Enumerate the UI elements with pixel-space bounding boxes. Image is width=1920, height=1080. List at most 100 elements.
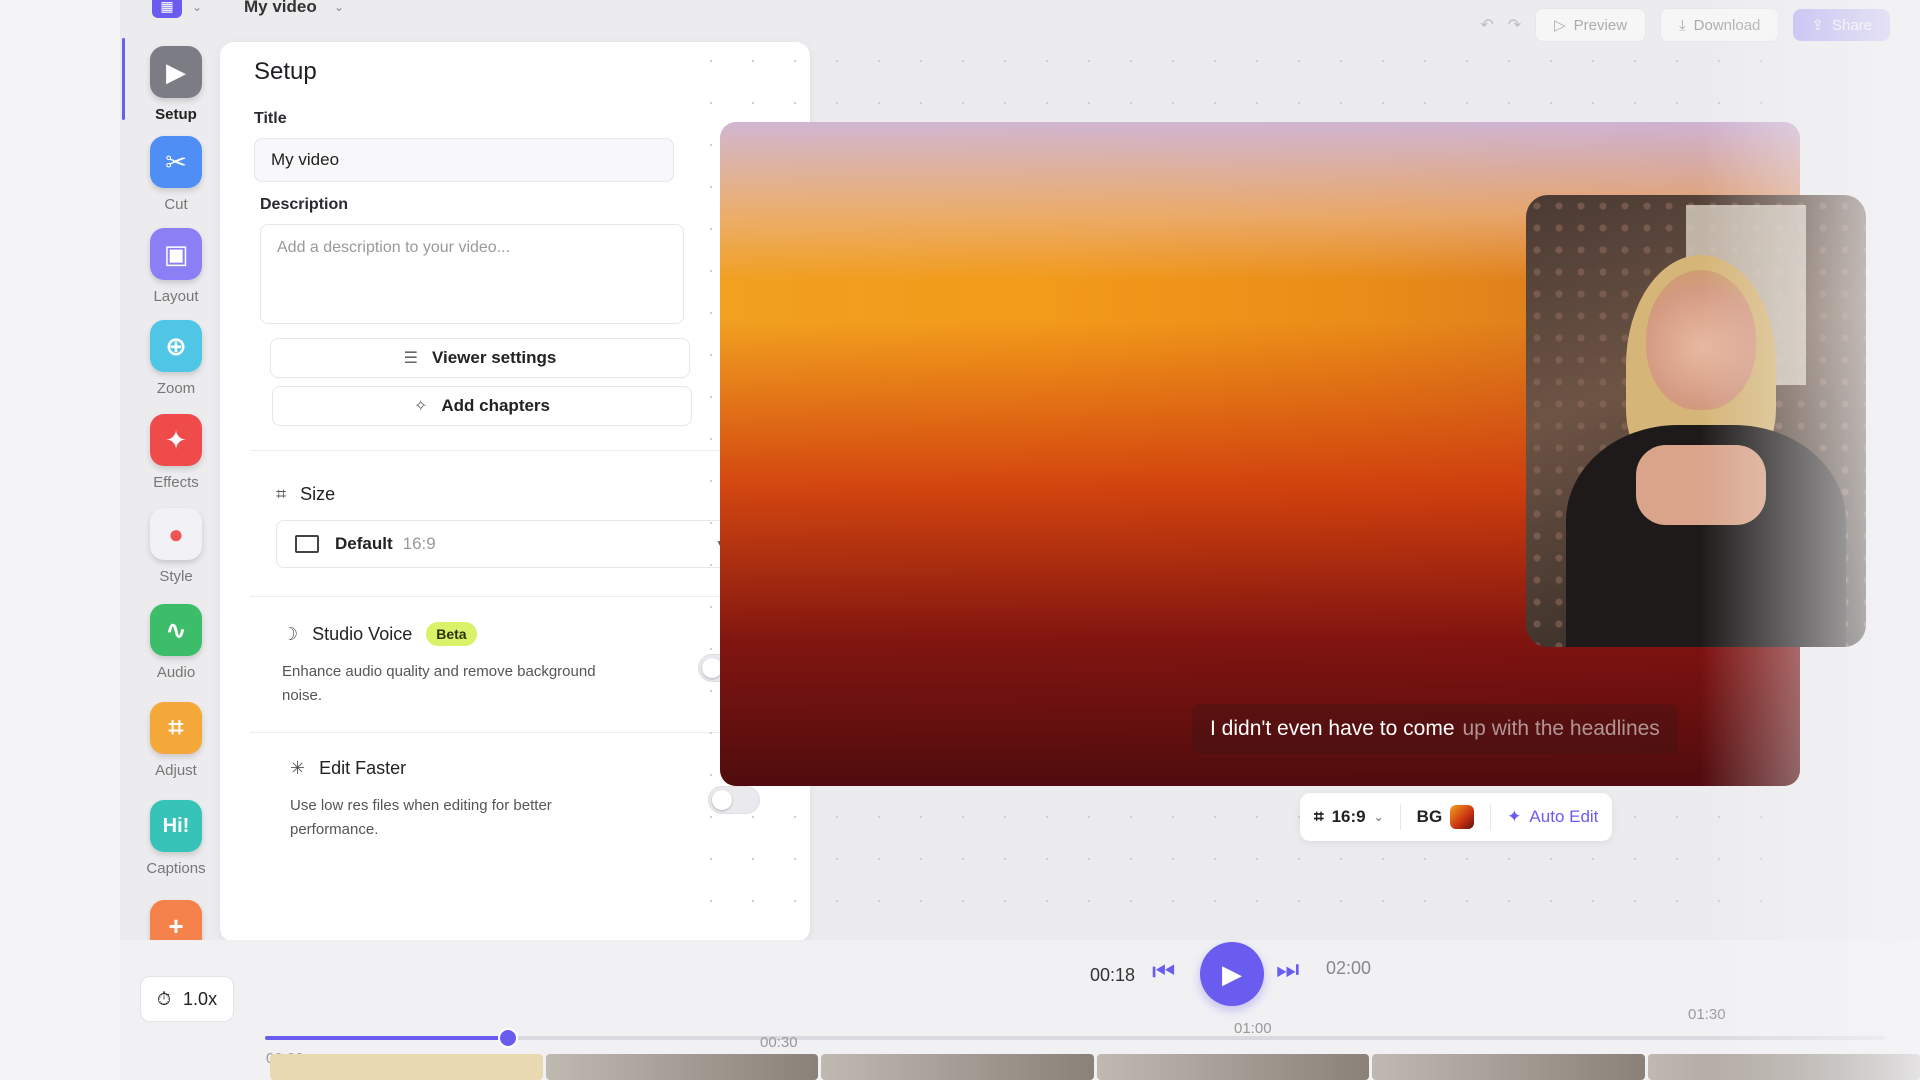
sparkle-icon: ✦ [1507,807,1522,826]
timeline-filmstrip[interactable] [270,1054,1920,1080]
rail-label: Adjust [155,762,197,779]
clapper-icon: ▶ [150,46,202,98]
rail-item-layout[interactable]: ▣ Layout [120,228,232,305]
title-input[interactable]: My video [254,138,674,182]
film-thumbnail [1096,1054,1369,1080]
size-section-header: ⌗ Size [276,484,335,505]
film-thumbnail [1647,1054,1920,1080]
rail-label: Captions [146,860,206,877]
size-value: Default [335,534,393,553]
caption-spoken-text: I didn't even have to come [1210,717,1455,740]
layout-icon: ▣ [150,228,202,280]
rail-item-zoom[interactable]: ⊕ Zoom [120,320,232,397]
rail-item-audio[interactable]: ∿ Audio [120,604,232,681]
timeline-scrubber[interactable] [265,1028,1885,1048]
timeline-progress [265,1036,508,1040]
rail-label: Layout [153,288,199,305]
bg-label: BG [1416,807,1443,826]
tick-label: 01:00 [1234,1020,1272,1037]
playback-speed-button[interactable]: ⏱ 1.0x [140,976,235,1022]
voice-icon: ☽ [282,623,299,644]
title-label: Title [254,110,287,127]
magnifier-icon: ⊕ [150,320,202,372]
edit-faster-label: Edit Faster [319,758,407,778]
beta-badge: Beta [426,622,477,646]
description-label: Description [260,196,349,213]
timer-icon: ⏱ [157,988,172,1009]
speech-bubble-icon: Hi! [150,800,202,852]
playhead-handle[interactable] [498,1028,518,1048]
app-logo-icon[interactable]: ▦ [152,0,182,18]
size-select[interactable]: Default 16:9 ▼ [276,520,746,568]
aspect-ratio-dropdown[interactable]: ⌗ 16:9 ⌄ [1314,807,1384,827]
download-button[interactable]: ⤓ Download [1660,8,1780,42]
document-title[interactable]: My video [244,0,317,17]
share-label: Share [1831,16,1872,34]
skip-forward-icon[interactable]: ⏭ [1276,954,1299,986]
chevron-down-icon[interactable]: ⌄ [192,0,202,14]
caption-overlay[interactable]: I didn't even have to come up with the h… [1192,704,1678,754]
rail-item-style[interactable]: ● Style [120,508,232,585]
description-input[interactable]: Add a description to your video... [260,224,684,324]
add-chapters-button[interactable]: ✧ Add chapters [272,386,692,426]
chevron-down-icon: ⌄ [1373,810,1384,824]
crop-icon: ⌗ [150,702,202,754]
preview-label: Preview [1573,16,1628,34]
preview-toolbar: ⌗ 16:9 ⌄ BG ✦ Auto Edit [1300,793,1613,841]
crop-icon: ⌗ [276,484,287,504]
crop-icon: ⌗ [1314,807,1324,826]
total-time: 02:00 [1326,958,1372,978]
magic-wand-icon: ✦ [150,414,202,466]
tick-label: 01:30 [1688,1006,1726,1023]
viewer-settings-button[interactable]: ☰ Viewer settings [270,338,690,378]
top-actions: ↶ ↷ ▷ Preview ⤓ Download ⇪ Share [1480,8,1890,42]
viewer-settings-label: Viewer settings [431,348,557,367]
tick-label: 00:30 [760,1034,798,1051]
size-ratio: 16:9 [402,534,436,553]
auto-edit-label: Auto Edit [1529,807,1599,826]
sparkle-icon: ✧ [413,398,428,415]
studio-voice-description: Enhance audio quality and remove backgro… [282,663,596,704]
rail-item-setup[interactable]: ▶ Setup [120,46,232,123]
caption-upcoming-text: up with the headlines [1462,717,1660,740]
rail-label: Zoom [156,380,196,397]
download-icon: ⤓ [1679,16,1686,34]
size-label: Size [300,484,336,504]
share-button[interactable]: ⇪ Share [1793,9,1890,41]
aspect-rectangle-icon [295,535,319,553]
film-thumbnail [821,1054,1094,1080]
rail-item-effects[interactable]: ✦ Effects [120,414,232,491]
edit-faster-description: Use low res files when editing for bette… [290,797,552,838]
play-icon: ▶ [1222,958,1242,989]
skip-back-icon[interactable]: ⏮ [1152,956,1175,988]
share-icon: ⇪ [1811,17,1824,34]
rail-label: Style [159,568,193,585]
rail-item-captions[interactable]: Hi! Captions [120,800,232,877]
auto-edit-button[interactable]: ✦ Auto Edit [1507,807,1598,827]
film-thumbnail [1372,1054,1645,1080]
scissors-icon: ✂ [150,136,202,188]
film-thumbnail [270,1054,543,1080]
background-button[interactable]: BG [1417,805,1475,829]
loader-icon: ✳ [290,758,306,778]
speaker-video-frame[interactable] [1526,195,1866,647]
rail-item-cut[interactable]: ✂ Cut [120,136,232,213]
divider [1490,804,1492,830]
rail-item-adjust[interactable]: ⌗ Adjust [120,702,232,779]
divider [1399,804,1401,830]
undo-icon[interactable]: ↶ [1480,15,1493,35]
preview-button[interactable]: ▷ Preview [1535,8,1647,42]
add-chapters-label: Add chapters [441,396,551,415]
speaker-face [1646,270,1756,410]
chevron-down-icon[interactable]: ⌄ [334,0,344,14]
play-button[interactable]: ▶ [1200,942,1264,1006]
film-thumbnail [545,1054,818,1080]
studio-voice-header: ☽ Studio Voice Beta [282,622,477,646]
current-time: 00:18 [1090,965,1136,985]
redo-icon[interactable]: ↷ [1508,15,1521,35]
playback-speed-value: 1.0x [183,988,218,1009]
aspect-ratio-value: 16:9 [1331,807,1366,826]
rail-label: Cut [164,196,188,213]
waveform-icon: ∿ [150,604,202,656]
speaker-hands [1636,445,1766,525]
